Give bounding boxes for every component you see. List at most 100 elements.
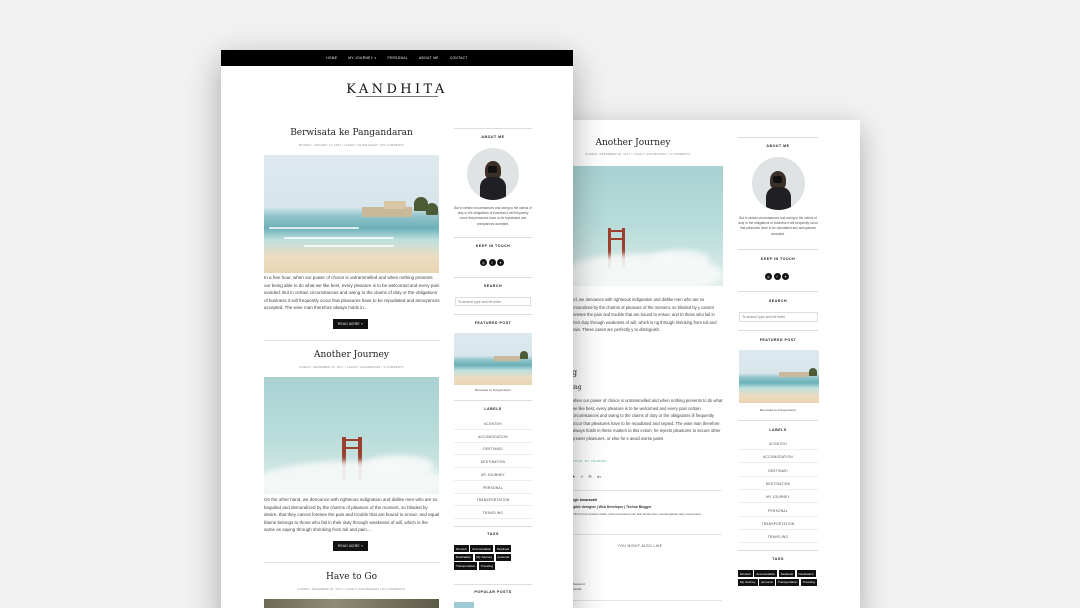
read-more-button[interactable]: READ MORE » bbox=[333, 319, 368, 329]
label-item[interactable]: #CONTOH bbox=[454, 422, 532, 430]
search-title: SEARCH bbox=[768, 299, 788, 303]
about-text: But in certain circumstances and owing t… bbox=[454, 206, 532, 226]
popular-posts-title: POPULAR POSTS bbox=[474, 590, 512, 594]
author-name: ngh Amaravati bbox=[572, 498, 597, 502]
label-item[interactable]: PERSONAL bbox=[738, 509, 818, 517]
tag-item[interactable]: personal bbox=[759, 578, 775, 586]
tag-item[interactable]: Accomodation bbox=[754, 570, 778, 578]
tag-item[interactable]: Transportation bbox=[454, 562, 478, 570]
label-item[interactable]: TRAVELING bbox=[454, 511, 532, 519]
post-title[interactable]: Berwisata ke Pangandaran bbox=[264, 128, 439, 138]
tag-item[interactable]: Traveling bbox=[478, 562, 495, 570]
post-meta: SUNDAY, DECEMBER 06, 2017 | LASGUY ANAKB… bbox=[299, 366, 404, 369]
tags-cloud: #contoh Accomodation Destinasi Destination M… bbox=[738, 570, 818, 586]
twitter-icon[interactable]: ✦ bbox=[497, 259, 504, 266]
label-item[interactable]: MY JOURNEY bbox=[454, 473, 532, 481]
post-title[interactable]: Another Journey bbox=[560, 138, 706, 148]
about-title: ABOUT ME bbox=[481, 135, 505, 139]
label-item[interactable]: DESTINATION bbox=[738, 482, 818, 490]
instagram-icon[interactable]: ◎ bbox=[480, 259, 487, 266]
post-excerpt: In a free hour, when our power of choice… bbox=[264, 275, 440, 311]
post-tags-line[interactable]: ATION, MY JOURNEY bbox=[572, 459, 607, 463]
facebook-icon[interactable]: f bbox=[581, 474, 582, 479]
label-item[interactable]: DESTINASI bbox=[738, 469, 818, 477]
keep-in-touch-title: KEEP IN TOUCH bbox=[475, 244, 511, 248]
post-paragraph: nd, we denounce with righteous indignati… bbox=[572, 297, 717, 332]
nav-item-4[interactable]: CONTACT bbox=[450, 56, 468, 60]
label-item[interactable]: ACCOMODATION bbox=[738, 455, 818, 464]
tag-item[interactable]: Transportation bbox=[776, 578, 800, 586]
home-page: HOME MY JOURNEY ▾ PERSONAL ABOUT ME CONTACT … bbox=[221, 50, 573, 608]
label-item[interactable]: TRAVELING bbox=[738, 535, 818, 544]
tag-item[interactable]: Destination bbox=[796, 570, 816, 578]
label-item[interactable]: MY JOURNEY bbox=[738, 495, 818, 504]
featured-post-image[interactable] bbox=[454, 333, 532, 385]
post-meta: MONDAY, JANUARY 11, 2016 | LASGUY ANAKBA… bbox=[298, 144, 405, 147]
bridge-image bbox=[560, 166, 723, 286]
keep-in-touch-title: KEEP IN TOUCH bbox=[760, 257, 796, 261]
tag-item[interactable]: Traveling bbox=[800, 578, 817, 586]
twitter-icon[interactable]: ✦ bbox=[782, 273, 789, 280]
label-item[interactable]: DESTINATION bbox=[454, 460, 532, 469]
label-item[interactable]: ACCOMODATION bbox=[454, 435, 532, 443]
tag-item[interactable]: Destinasi bbox=[778, 570, 796, 578]
tag-item[interactable]: Destinasi bbox=[494, 545, 512, 553]
labels-title: LABELS bbox=[769, 428, 787, 432]
related-post-2[interactable]: Kendal bbox=[572, 587, 581, 591]
related-post-1[interactable]: Weekend bbox=[572, 582, 585, 586]
instagram-icon[interactable]: ◎ bbox=[765, 273, 772, 280]
featured-post-caption[interactable]: Berwisata ke Pangandaran bbox=[454, 388, 532, 392]
post-image-bridge[interactable] bbox=[264, 377, 439, 494]
facebook-icon[interactable]: f bbox=[488, 259, 496, 266]
search-input[interactable]: To search type and hit enter bbox=[739, 312, 818, 322]
post-meta: SUNDAY, DECEMBER 06, 2017 | LASGUY ANAKB… bbox=[297, 588, 406, 591]
nav-item-0[interactable]: HOME bbox=[326, 56, 337, 60]
featured-post-title: FEATURED POST bbox=[759, 338, 797, 342]
social-icons: ◎ f ✦ bbox=[480, 259, 504, 266]
label-item[interactable]: #CONTOH bbox=[738, 442, 818, 450]
popular-post-thumb[interactable] bbox=[454, 602, 474, 608]
tag-item[interactable]: #contoh bbox=[454, 545, 469, 553]
tag-item[interactable]: My Journey bbox=[474, 553, 495, 561]
site-logo[interactable]: KANDHITA bbox=[221, 82, 573, 97]
post-image-beach[interactable] bbox=[264, 155, 439, 273]
post-excerpt: On the other hand, we denounce with righ… bbox=[264, 497, 440, 533]
tag-item[interactable]: Destination bbox=[454, 553, 474, 561]
tag-item[interactable]: #contoh bbox=[738, 570, 753, 578]
post-title[interactable]: Have to Go bbox=[264, 572, 439, 582]
share-icons: ✦ f ℗ in bbox=[572, 474, 601, 479]
tags-title: TAGS bbox=[772, 557, 784, 561]
featured-post-title: FEATURED POST bbox=[474, 321, 512, 325]
top-navigation: HOME MY JOURNEY ▾ PERSONAL ABOUT ME CONTACT bbox=[221, 50, 573, 66]
featured-post-image[interactable] bbox=[739, 350, 819, 403]
tags-cloud: #contoh Accomodation Destinasi Destination M… bbox=[454, 545, 530, 570]
post-image-partial[interactable] bbox=[264, 599, 439, 608]
labels-title: LABELS bbox=[484, 407, 502, 411]
pinterest-icon[interactable]: ℗ bbox=[588, 474, 591, 479]
nav-item-2[interactable]: PERSONAL bbox=[387, 56, 408, 60]
label-item[interactable]: PERSONAL bbox=[454, 486, 532, 494]
facebook-icon[interactable]: f bbox=[773, 273, 781, 280]
post-meta: SUNDAY, DECEMBER 06, 2017 | LASGUY ANAKB… bbox=[585, 153, 691, 156]
label-item[interactable]: DESTINASI bbox=[454, 447, 532, 456]
avatar bbox=[752, 157, 805, 210]
nav-item-1[interactable]: MY JOURNEY ▾ bbox=[348, 56, 376, 60]
author-bio: Tribuh Kopi fundamentalis. Hobi membaca … bbox=[572, 512, 702, 516]
tag-item[interactable]: personal bbox=[495, 553, 512, 561]
avatar bbox=[467, 148, 519, 200]
label-item[interactable]: TRANSPORTATION bbox=[738, 522, 818, 530]
linkedin-icon[interactable]: in bbox=[597, 474, 600, 479]
tags-title: TAGS bbox=[487, 532, 499, 536]
label-item[interactable]: TRANSPORTATION bbox=[454, 498, 532, 507]
tag-item[interactable]: My Journey bbox=[738, 578, 758, 586]
read-more-button[interactable]: READ MORE » bbox=[333, 541, 368, 551]
post-paragraph-2: when our power of choice is untrammelled… bbox=[572, 398, 723, 441]
tag-item[interactable]: Accomodation bbox=[470, 545, 494, 553]
post-title[interactable]: Another Journey bbox=[264, 350, 439, 360]
section-subheading: ing bbox=[572, 384, 582, 391]
about-text: But in certain circumstances and owing t… bbox=[738, 216, 818, 236]
search-title: SEARCH bbox=[483, 284, 503, 288]
search-input[interactable]: To search type and hit enter bbox=[455, 297, 531, 306]
featured-post-caption[interactable]: Berwisata ke Pangandaran bbox=[738, 408, 818, 412]
nav-item-3[interactable]: ABOUT ME bbox=[419, 56, 439, 60]
